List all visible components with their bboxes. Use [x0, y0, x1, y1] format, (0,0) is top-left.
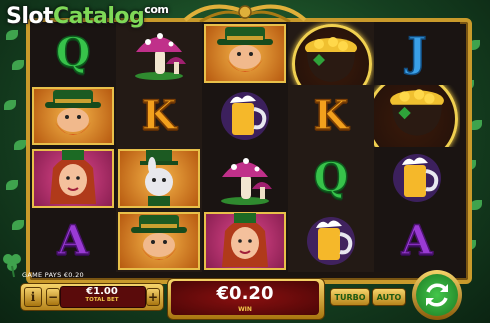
- info-icon: i: [30, 290, 36, 304]
- symbol-mushroom: [202, 147, 288, 210]
- pot-of-gold-icon: [305, 37, 357, 83]
- symbol-letter: A: [57, 216, 90, 264]
- symbol-j: J: [374, 22, 460, 85]
- symbol-leprechaun: [30, 85, 116, 148]
- symbol-pot-of-gold: [288, 22, 374, 85]
- total-bet-label: TOTAL BET: [85, 297, 119, 303]
- symbol-k: K: [288, 85, 374, 148]
- mushroom-icon: [221, 158, 272, 206]
- symbol-letter: J: [407, 29, 427, 77]
- leprechaun-icon: [45, 89, 101, 135]
- symbol-k: K: [116, 85, 202, 148]
- elf-woman-icon: [50, 150, 96, 205]
- autoplay-button[interactable]: AUTO: [372, 288, 406, 306]
- game-pays-text: GAME PAYS €0.20: [22, 271, 84, 279]
- rabbit-icon: [140, 150, 178, 207]
- leprechaun-icon: [131, 214, 187, 260]
- symbol-letter: A: [401, 216, 434, 264]
- win-label: WIN: [238, 306, 252, 313]
- symbol-a: A: [374, 210, 460, 273]
- win-value: €0.20: [216, 283, 274, 304]
- symbol-elf-woman: [30, 147, 116, 210]
- bet-increase-button[interactable]: +: [146, 288, 160, 306]
- total-bet-value: €1.00: [86, 286, 118, 297]
- symbol-rabbit: [116, 147, 202, 210]
- symbol-beer: [202, 85, 288, 148]
- symbol-pot-of-gold: [374, 84, 460, 147]
- symbol-beer: [374, 147, 460, 210]
- symbol-letter: K: [141, 91, 177, 139]
- vine-decoration-left: [2, 20, 28, 270]
- symbol-leprechaun: [202, 22, 288, 85]
- symbol-letter: Q: [55, 29, 91, 77]
- symbol-q: Q: [30, 22, 116, 85]
- symbol-letter: K: [313, 91, 349, 139]
- pot-of-gold-icon: [390, 88, 444, 136]
- symbol-elf-woman: [202, 210, 288, 273]
- beer-mug-icon: [307, 216, 355, 265]
- beer-mug-icon: [221, 91, 269, 140]
- beer-mug-icon: [393, 154, 441, 203]
- refresh-arrows-icon: [426, 283, 448, 307]
- leprechaun-icon: [217, 27, 273, 73]
- elf-woman-icon: [222, 212, 268, 267]
- symbol-mushroom: [116, 22, 202, 85]
- turbo-button[interactable]: TURBO: [330, 288, 370, 306]
- symbol-beer: [288, 210, 374, 273]
- symbol-q: Q: [288, 147, 374, 210]
- mushroom-icon: [135, 33, 186, 81]
- symbol-leprechaun: [116, 210, 202, 273]
- reel-grid: Q J K K Q A A: [30, 22, 460, 272]
- symbol-letter: Q: [313, 154, 349, 202]
- symbol-a: A: [30, 210, 116, 273]
- spin-button[interactable]: [416, 274, 458, 316]
- info-button[interactable]: i: [24, 287, 42, 307]
- bet-decrease-button[interactable]: −: [46, 288, 60, 306]
- watermark-logo: SlotCatalogcom: [6, 3, 169, 29]
